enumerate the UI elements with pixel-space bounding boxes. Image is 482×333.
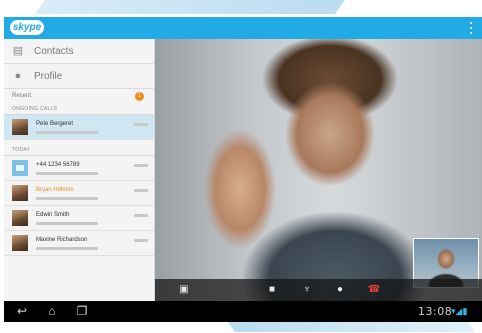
- active-call-item[interactable]: Pete Bergeret: [4, 115, 154, 140]
- list-item[interactable]: Edwin Smith: [4, 206, 154, 231]
- list-item[interactable]: Maxine Richardson: [4, 231, 154, 256]
- wifi-signal-icon: ▾◢▮: [451, 306, 468, 316]
- back-icon[interactable]: ↩: [14, 304, 30, 318]
- phone-number-avatar: [12, 160, 28, 176]
- avatar: [12, 185, 28, 201]
- list-item[interactable]: Bryan Holmes: [4, 181, 154, 206]
- call-time-placeholder: [134, 214, 148, 217]
- contact-subtitle-placeholder: [36, 247, 98, 250]
- contact-name: +44 1234 56789: [36, 162, 80, 168]
- contact-name: Edwin Smith: [36, 212, 70, 218]
- sidebar-item-profile[interactable]: ● Profile: [4, 64, 154, 89]
- screen-share-icon[interactable]: ▣: [177, 283, 191, 297]
- contact-name: Maxine Richardson: [36, 237, 88, 243]
- sidebar-item-contacts[interactable]: ▤ Contacts: [4, 39, 154, 64]
- contact-subtitle-placeholder: [36, 172, 98, 175]
- decorative-band-top: [35, 0, 345, 14]
- contacts-icon: ▤: [12, 45, 24, 57]
- profile-icon: ●: [14, 70, 22, 82]
- call-time-placeholder: [134, 239, 148, 242]
- remote-video-feed: ▣ ■ ♆ ● ☎: [155, 39, 482, 301]
- recent-badge: 1: [135, 91, 144, 101]
- end-call-icon[interactable]: ☎: [367, 283, 381, 297]
- recent-apps-icon[interactable]: ❐: [74, 304, 90, 318]
- status-clock: 13:08: [418, 305, 453, 318]
- app-bar: skype: [4, 17, 482, 39]
- tablet-screen: skype ▤ Contacts ● Profile Recent 1 ONGO…: [4, 17, 482, 322]
- home-icon[interactable]: ⌂: [44, 304, 60, 318]
- skype-logo[interactable]: skype: [10, 20, 44, 35]
- avatar: [12, 210, 28, 226]
- call-controls-bar: ▣ ■ ♆ ● ☎: [155, 279, 482, 301]
- contact-name: Pete Bergeret: [36, 121, 74, 127]
- recent-header[interactable]: Recent 1: [4, 89, 154, 103]
- chat-icon[interactable]: ●: [333, 283, 347, 297]
- call-time-placeholder: [134, 123, 148, 126]
- video-toggle-icon[interactable]: ■: [265, 283, 279, 297]
- section-header-ongoing: ONGOING CALLS: [4, 103, 154, 115]
- call-time-placeholder: [134, 189, 148, 192]
- contact-subtitle-placeholder: [36, 222, 98, 225]
- avatar: [12, 119, 28, 135]
- contact-name: Bryan Holmes: [36, 187, 74, 193]
- contact-subtitle-placeholder: [36, 197, 98, 200]
- sidebar-item-label: Profile: [34, 70, 63, 82]
- system-navigation-bar: ↩ ⌂ ❐ 13:08 ▾◢▮: [4, 301, 482, 322]
- microphone-icon[interactable]: ♆: [300, 283, 314, 297]
- recent-label: Recent: [12, 93, 32, 99]
- contact-subtitle-placeholder: [36, 131, 98, 134]
- overflow-menu-icon[interactable]: [468, 22, 474, 34]
- section-header-today: TODAY: [4, 144, 154, 156]
- list-item[interactable]: +44 1234 56789: [4, 156, 154, 181]
- sidebar: ▤ Contacts ● Profile Recent 1 ONGOING CA…: [4, 39, 155, 301]
- sidebar-item-label: Contacts: [34, 45, 74, 57]
- avatar: [12, 235, 28, 251]
- call-time-placeholder: [134, 164, 148, 167]
